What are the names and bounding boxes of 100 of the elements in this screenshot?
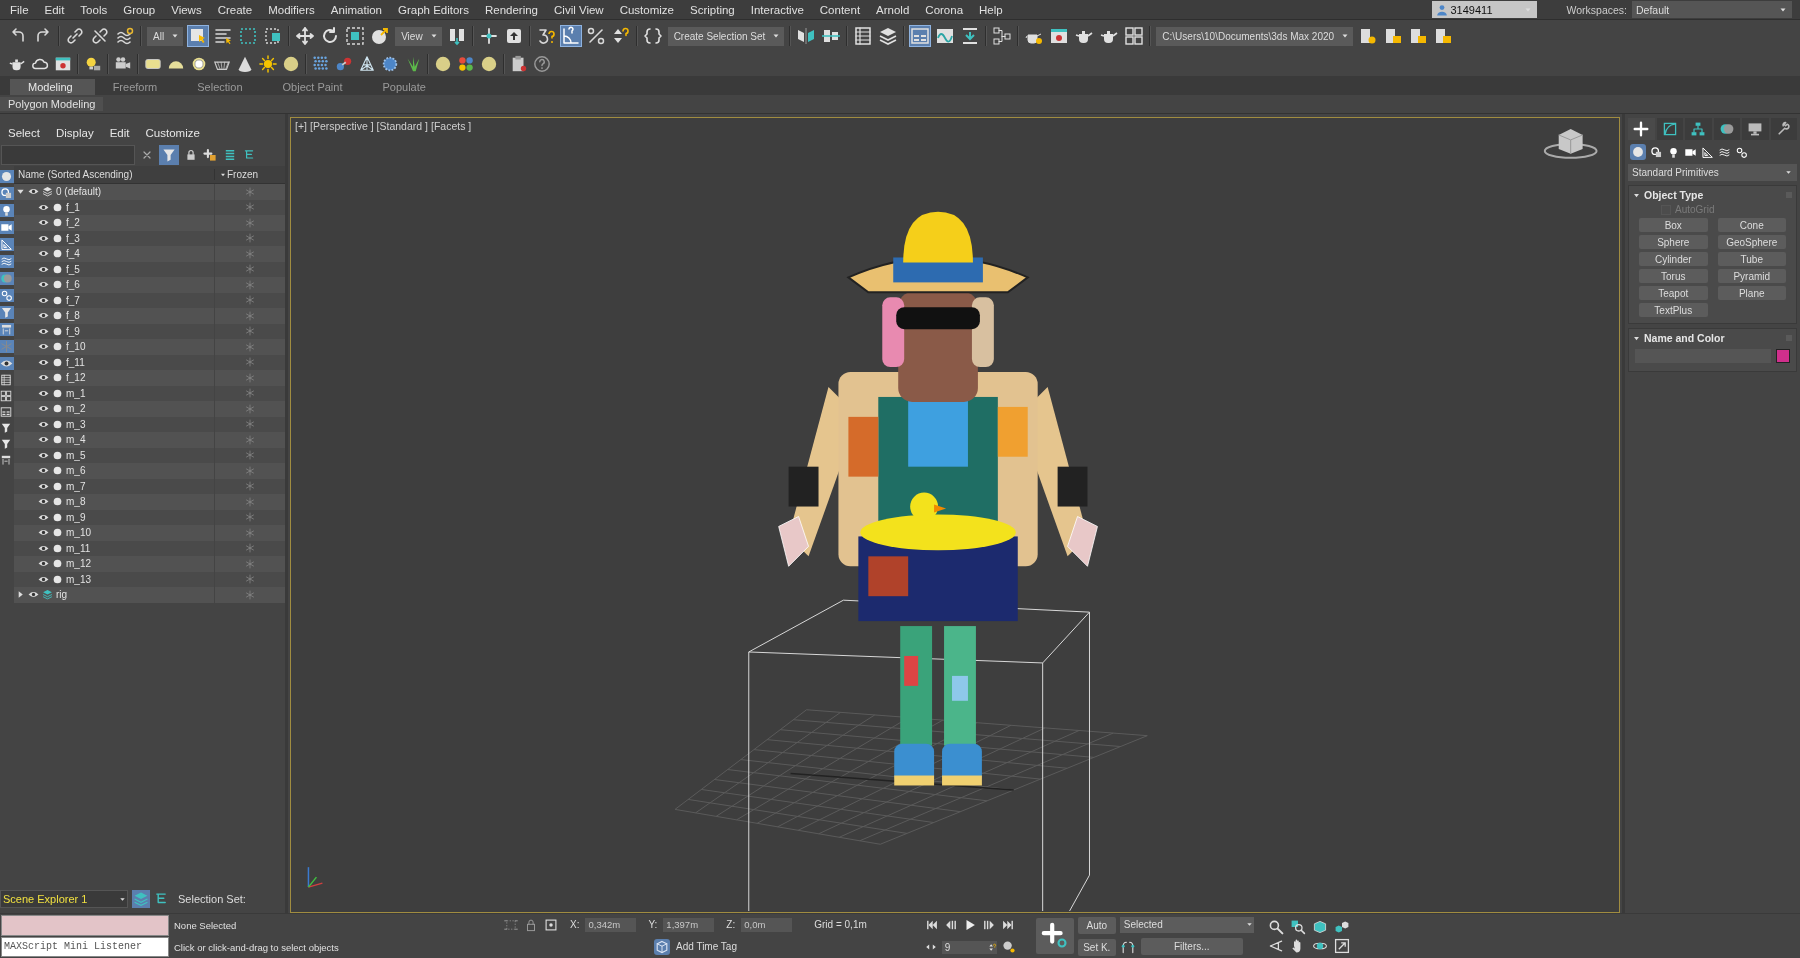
object-name[interactable]: rig [56, 589, 68, 601]
toolbar-dropdown[interactable]: All [147, 26, 184, 46]
menu-item[interactable]: Edit [38, 3, 75, 16]
zoom-icon[interactable] [1267, 918, 1284, 935]
wave-icon[interactable] [115, 26, 135, 46]
ribbon-tab[interactable]: Freeform [94, 79, 180, 95]
skip-end-icon[interactable] [1000, 918, 1015, 932]
spacewarp-icon[interactable] [1718, 145, 1731, 159]
search-field[interactable] [1, 145, 135, 165]
viewport-label[interactable]: [Standard ] [376, 120, 428, 132]
primitive-type-dropdown[interactable]: Standard Primitives [1628, 164, 1797, 181]
ribbon-panel-title[interactable]: Polygon Modeling [0, 97, 104, 111]
listener-input-field[interactable] [1, 915, 169, 936]
toolbar-dropdown[interactable]: Create Selection Set [667, 26, 785, 46]
shapes-icon[interactable] [1650, 145, 1663, 159]
ribbon-tab[interactable]: Object Paint [264, 79, 365, 95]
column-header[interactable]: Name (Sorted Ascending) [14, 169, 214, 180]
ribbon-tab[interactable]: Populate [364, 79, 448, 95]
object-name[interactable]: m_12 [66, 558, 91, 570]
light-icon[interactable] [1667, 145, 1680, 159]
percent-icon[interactable] [585, 26, 606, 46]
primitive-button[interactable]: Sphere [1639, 235, 1708, 249]
sun-icon[interactable] [259, 55, 277, 73]
stack-icon[interactable] [223, 148, 237, 162]
clipboard-icon[interactable] [510, 55, 528, 73]
explorer-menu-item[interactable]: Customize [137, 127, 208, 139]
collapse-icon[interactable] [0, 454, 12, 466]
object-name[interactable]: m_11 [66, 542, 91, 554]
primitive-button[interactable]: Cylinder [1639, 252, 1708, 266]
frame-cube-icon[interactable] [1311, 918, 1328, 935]
menu-item[interactable]: Tools [74, 3, 118, 16]
ring-icon[interactable] [190, 55, 208, 73]
menu-item[interactable]: Help [973, 3, 1013, 16]
viewport-label[interactable]: [+] [295, 120, 307, 132]
viewcube-icon[interactable] [1543, 128, 1598, 159]
object-name[interactable]: f_7 [66, 294, 80, 306]
primitive-button[interactable]: Pyramid [1717, 269, 1786, 283]
account-dropdown[interactable]: 3149411 [1431, 1, 1537, 18]
object-name[interactable]: m_3 [66, 418, 86, 430]
add-layer-icon[interactable] [203, 148, 217, 162]
object-name[interactable]: m_1 [66, 387, 86, 399]
set-key-mode-button[interactable]: Set K. [1077, 938, 1116, 956]
object-name[interactable]: m_13 [66, 573, 91, 585]
object-name[interactable]: f_11 [66, 356, 85, 368]
viewport-label[interactable]: [Perspective ] [309, 120, 374, 132]
object-name[interactable]: f_4 [66, 248, 80, 260]
tri-down-icon[interactable] [16, 187, 25, 197]
explorer-menu-item[interactable]: Display [47, 127, 102, 139]
object-name[interactable]: m_8 [66, 496, 86, 508]
hierarchy-icon[interactable] [243, 149, 255, 161]
add-time-tag-button[interactable]: Add Time Tag [654, 938, 867, 955]
menu-item[interactable]: File [4, 3, 39, 16]
braces-icon[interactable] [642, 26, 663, 46]
toolbar-dropdown[interactable]: View [395, 26, 442, 46]
column-header[interactable]: Frozen [227, 169, 259, 180]
help-icon[interactable] [533, 55, 551, 73]
lock-icon[interactable] [185, 149, 197, 161]
dots-icon[interactable] [457, 55, 475, 73]
explorer-menu-item[interactable]: Select [0, 127, 48, 139]
object-icon[interactable] [1631, 145, 1645, 159]
menu-item[interactable]: Graph Editors [392, 3, 479, 16]
menu-item[interactable]: Customize [613, 3, 684, 16]
object-name[interactable]: m_4 [66, 434, 86, 446]
maximize-icon[interactable] [1333, 937, 1350, 954]
object-icon[interactable] [0, 170, 13, 183]
curve-square-icon[interactable] [1661, 121, 1678, 137]
menu-item[interactable]: Civil View [548, 3, 614, 16]
object-name[interactable]: f_6 [66, 279, 80, 291]
primitive-button[interactable]: Torus [1639, 269, 1708, 283]
viewport[interactable]: [+] [Perspective ] [Standard ] [Facets ] [290, 117, 1620, 913]
spacewarp-icon[interactable] [0, 255, 13, 268]
dot-grid-icon[interactable] [312, 55, 330, 73]
move-icon[interactable] [295, 26, 316, 46]
curve-icon[interactable] [935, 26, 956, 46]
image-icon[interactable] [1049, 26, 1070, 46]
scale-icon[interactable] [345, 26, 366, 46]
menu-item[interactable]: Arnold [870, 3, 920, 16]
object-name[interactable]: m_5 [66, 449, 86, 461]
listener-output-field[interactable]: MAXScript Mini Listener [1, 936, 169, 957]
image-icon[interactable] [54, 55, 72, 73]
coordinate-field[interactable]: 0,0m [741, 917, 793, 932]
hierarchy-icon[interactable] [154, 892, 168, 906]
dashed-square-icon[interactable] [238, 26, 259, 46]
table-icon[interactable] [0, 374, 12, 386]
sphere-icon[interactable] [480, 55, 498, 73]
menu-item[interactable]: Group [117, 3, 166, 16]
rollout-title[interactable]: Object Type [1644, 189, 1782, 201]
coordinate-field[interactable]: 0,342m [585, 917, 637, 932]
object-name[interactable]: m_2 [66, 403, 86, 415]
ribbon-tab[interactable]: Modeling [10, 79, 95, 95]
mirror-icon[interactable] [796, 26, 817, 46]
layers-icon[interactable] [878, 26, 899, 46]
skip-start-icon[interactable] [924, 918, 939, 932]
menu-item[interactable]: Content [813, 3, 871, 16]
bulb-icon[interactable] [84, 55, 102, 73]
set-key-button[interactable] [1035, 918, 1074, 954]
primitive-button[interactable]: GeoSphere [1717, 235, 1786, 249]
menu-item[interactable]: Interactive [744, 3, 814, 16]
explorer-menu-item[interactable]: Edit [101, 127, 138, 139]
filter-icon[interactable] [0, 438, 12, 450]
